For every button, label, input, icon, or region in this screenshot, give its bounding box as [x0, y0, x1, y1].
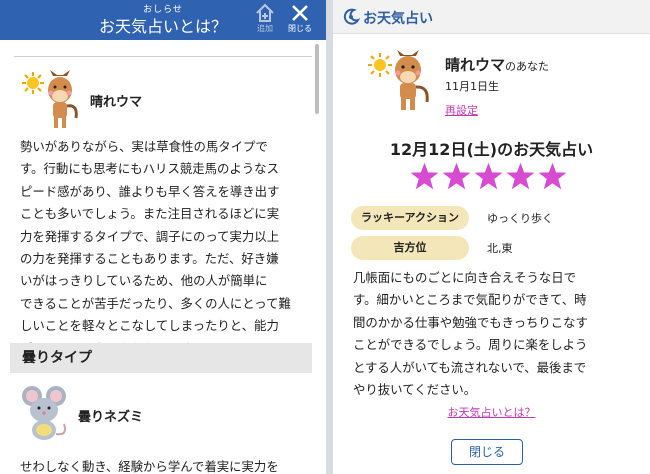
scrollbar[interactable] [315, 44, 319, 114]
text-line: ことができるでしょう。周りに楽をしよう [353, 337, 588, 353]
divider [14, 56, 312, 57]
star-icon [442, 162, 471, 190]
reset-link[interactable]: 再設定 [445, 102, 478, 118]
fortune-header: お天気占い [333, 0, 650, 34]
profile-suffix: のあなた [505, 60, 550, 73]
close-button[interactable]: 閉じる [451, 439, 523, 465]
add-button[interactable]: 追加 [250, 2, 280, 38]
text-line: いがはっきりしているため、他の人が簡単に [20, 273, 268, 289]
type1-description: 勢いがありながら、実は草食性の馬タイプで す。行動にも思考にもハリス競走馬のよう… [20, 136, 304, 360]
lucky-action-row: ラッキーアクション ゆっくり歩く [351, 206, 553, 230]
star-rating [410, 162, 567, 190]
text-line: す。行動にも思考にもハリス競走馬のようなス [20, 161, 279, 177]
text-line: 間のかかる仕事や勉強でもきっちりこなす [353, 314, 588, 330]
add-label: 追加 [257, 24, 273, 33]
profile-name: 晴れウマのあなた [445, 54, 549, 75]
profile-type: 晴れウマ [445, 56, 506, 74]
text-line: 力を発揮するタイプで、調子にのって実力以上 [20, 228, 280, 244]
text-line: しいことを軽々とこなしてしまったりと、能力 [20, 318, 279, 334]
type2-header: 曇りネズミ [20, 384, 143, 446]
type2-description: せわしなく動き、経験から学んで着実に実力を [20, 456, 304, 474]
star-icon [410, 162, 439, 190]
text-line: 几帳面にものごとに向き合えそうな日で [353, 270, 577, 285]
home-add-icon [250, 2, 280, 24]
star-icon [474, 162, 503, 190]
header-close-button[interactable]: 閉じる [285, 2, 315, 38]
text-line: ことも多いでしょう。また注目されるほどに実 [20, 206, 280, 222]
about-panel: おしらせ お天気占いとは？ 追加 閉じる 晴れウマ 勢いがありながら、実は草食性… [0, 0, 326, 474]
close-label: 閉じる [288, 24, 312, 33]
fortune-title: お天気占い [363, 11, 433, 27]
star-icon [506, 162, 535, 190]
profile: 晴れウマのあなた 11月1日生 再設定 [445, 54, 549, 118]
text-line: できることが苦手だったり、多くの人にとって難 [20, 295, 291, 311]
sun-icon [20, 70, 82, 130]
fortune-date-title: 12月12日(土)のお天気占い [389, 140, 594, 159]
direction-row: 吉方位 北,東 [351, 236, 513, 260]
fortune-panel: お天気占い 晴れウマのあなた 11月1日生 再設定 12月12日(土)のお天気占… [333, 0, 650, 474]
star-icon [538, 162, 567, 190]
about-link[interactable]: お天気占いとは？ [448, 406, 536, 419]
text-line: の力を発揮することもあります。ただ、好き嫌 [20, 251, 279, 267]
text-line: やり抜いてください。 [353, 382, 477, 398]
mouse-icon [20, 384, 70, 446]
text-line: 勢いがありながら、実は草食性の馬タイプで [20, 139, 268, 154]
text-line: とする人がいても流されないで、最後まで [353, 359, 587, 375]
type2-name: 曇りネズミ [78, 409, 144, 425]
direction-value: 北,東 [487, 242, 513, 255]
text-line: せわしなく動き、経験から学んで着実に実力を [20, 459, 279, 474]
horse-icon [389, 50, 435, 116]
direction-label: 吉方位 [351, 236, 469, 260]
profile-birthday: 11月1日生 [445, 80, 499, 93]
about-header: おしらせ お天気占いとは？ 追加 閉じる [0, 0, 326, 40]
text-line: ピード感があり、誰よりも早く答えを導き出す [20, 183, 280, 199]
close-icon [285, 2, 315, 24]
type1-header: 晴れウマ [20, 70, 142, 130]
text-line: す。細かいところまで気配りができて、時 [353, 292, 587, 308]
about-link-row: お天気占いとは？ [333, 404, 650, 420]
fortune-text: 几帳面にものごとに向き合えそうな日で す。細かいところまで気配りができて、時 間… [353, 267, 639, 401]
lucky-action-value: ゆっくり歩く [487, 212, 553, 225]
fortune-logo-icon [342, 8, 361, 30]
type1-name: 晴れウマ [90, 94, 143, 110]
lucky-action-label: ラッキーアクション [351, 206, 469, 230]
section-heading: 曇りタイプ [10, 343, 312, 373]
